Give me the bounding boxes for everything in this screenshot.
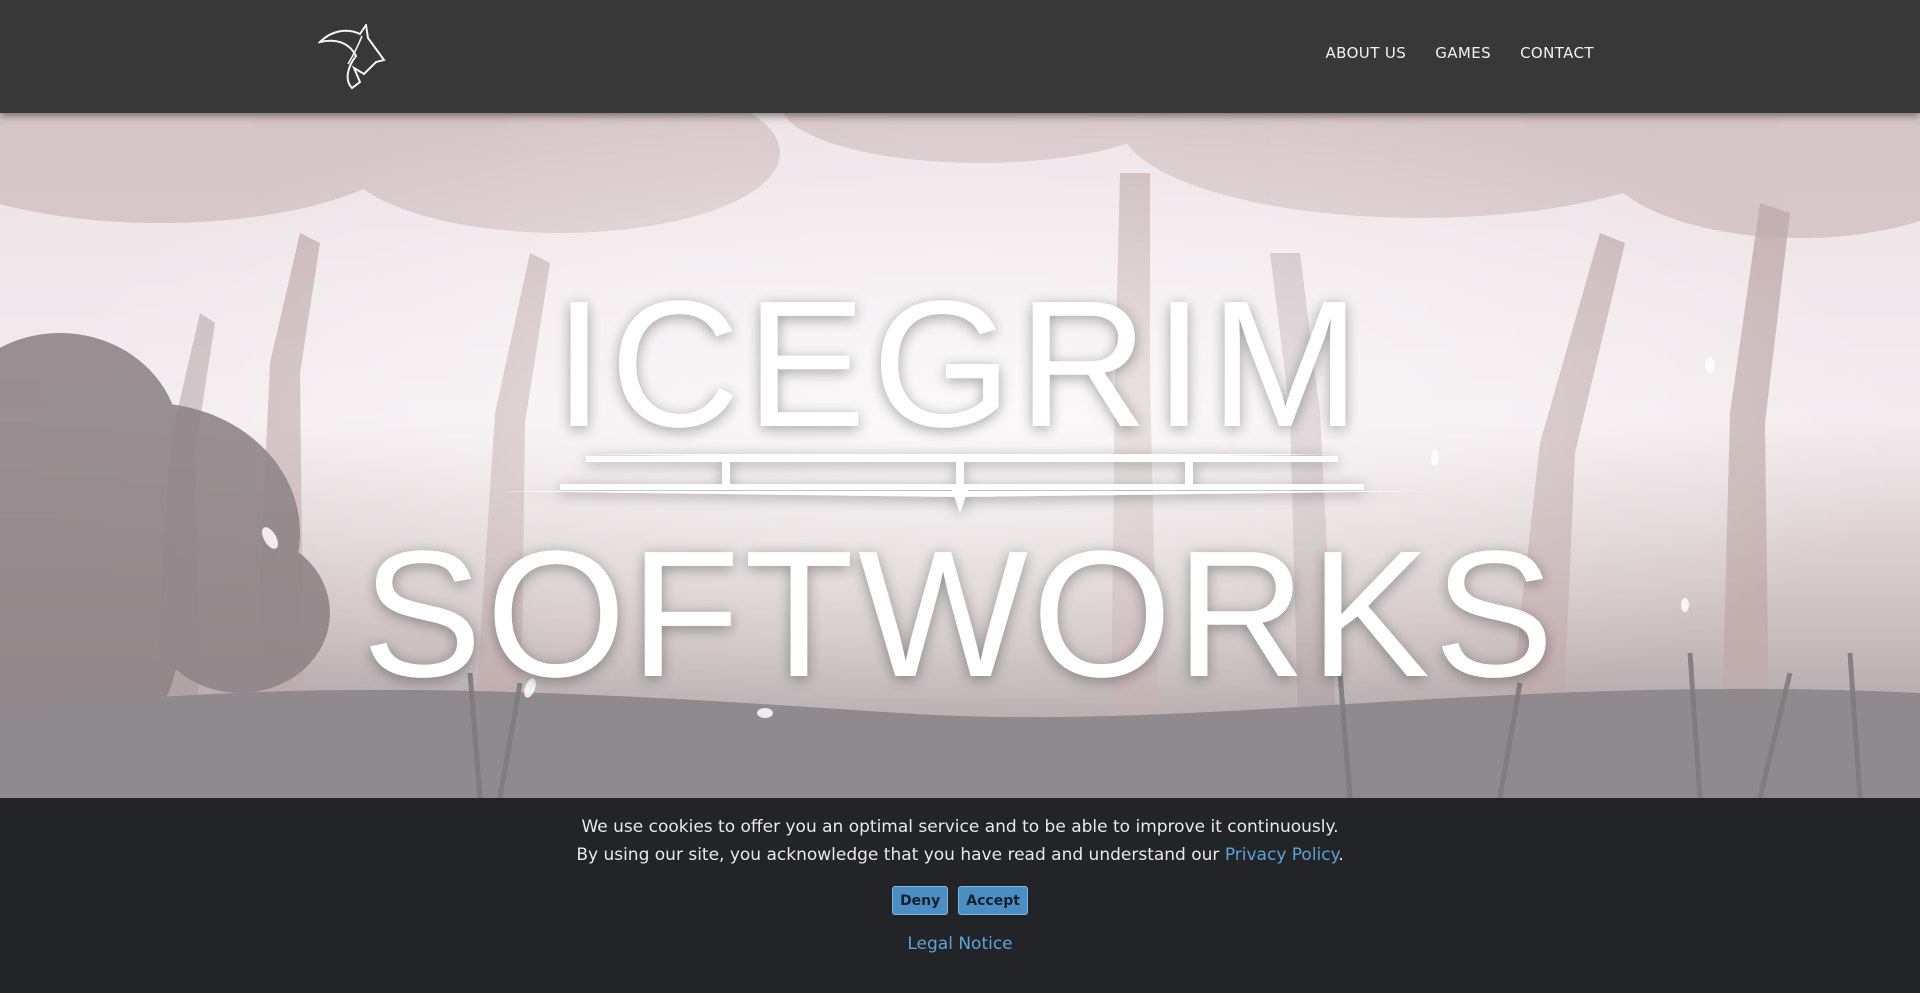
deny-button[interactable]: Deny (892, 886, 949, 915)
logo-line2: SOFTWORKS (362, 514, 1558, 715)
privacy-policy-link[interactable]: Privacy Policy (1225, 845, 1338, 865)
forest-background: ICEGRIM SOFTWORKS (0, 113, 1920, 798)
legal-notice-link[interactable]: Legal Notice (907, 934, 1012, 954)
nav-games[interactable]: GAMES (1435, 44, 1491, 62)
nav-contact[interactable]: CONTACT (1520, 44, 1594, 62)
cookie-banner: We use cookies to offer you an optimal s… (0, 798, 1920, 993)
legal-notice: Legal Notice (0, 934, 1920, 954)
cookie-message-suffix: . (1338, 845, 1344, 865)
cookie-actions: Deny Accept (0, 886, 1920, 915)
wolf-head-icon[interactable] (318, 24, 390, 90)
accept-button[interactable]: Accept (958, 886, 1028, 915)
nav-about-us[interactable]: ABOUT US (1326, 44, 1407, 62)
cookie-message-prefix: By using our site, you acknowledge that … (576, 845, 1225, 865)
logo-line1: ICEGRIM (554, 264, 1366, 465)
cookie-message-line1: We use cookies to offer you an optimal s… (581, 817, 1339, 837)
cookie-message-line2: By using our site, you acknowledge that … (0, 845, 1920, 865)
hero-banner: ICEGRIM SOFTWORKS (0, 113, 1920, 798)
site-header: ABOUT US GAMES CONTACT (0, 0, 1920, 113)
main-nav: ABOUT US GAMES CONTACT (1326, 44, 1594, 62)
